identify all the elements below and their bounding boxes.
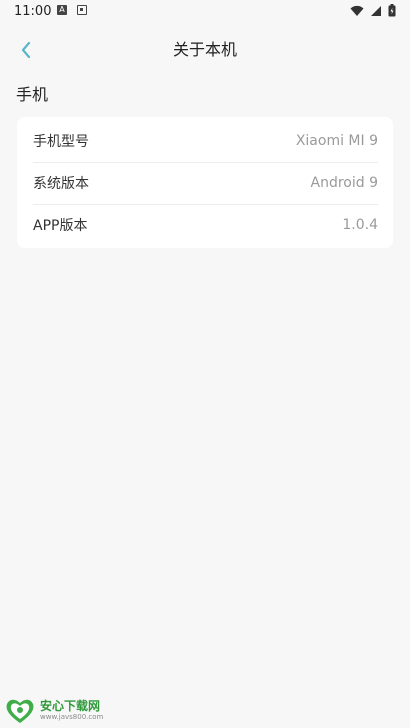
wifi-icon [350,5,364,16]
info-row-value: 1.0.4 [342,217,378,233]
image-notification-icon [77,5,87,15]
watermark-name: 安心下载网 [40,699,101,713]
info-row-model: 手机型号 Xiaomi MI 9 [33,120,378,163]
info-row-value: Xiaomi MI 9 [295,133,378,149]
section-title: 手机 [16,85,49,104]
header: 关于本机 [0,32,410,68]
status-time: 11:00 [14,4,52,19]
watermark: 安心下载网 www.javs800.com [4,697,114,725]
status-indicators [350,4,396,17]
a-notification-icon: A [57,5,67,15]
watermark-heart-logo-icon [6,699,34,723]
battery-icon [388,4,396,17]
page-title: 关于本机 [172,40,237,59]
watermark-url: www.javs800.com [40,713,104,721]
signal-icon [371,5,381,16]
info-row-label: 系统版本 [33,176,89,192]
info-row-value: Android 9 [310,175,378,191]
device-info-card: 手机型号 Xiaomi MI 9 系统版本 Android 9 APP版本 1.… [17,117,393,248]
info-row-system-version: 系统版本 Android 9 [33,162,378,205]
status-bar: 11:00 A [0,0,410,24]
info-row-label: 手机型号 [33,134,89,150]
info-row-label: APP版本 [33,218,88,234]
info-row-app-version: APP版本 1.0.4 [33,204,378,246]
